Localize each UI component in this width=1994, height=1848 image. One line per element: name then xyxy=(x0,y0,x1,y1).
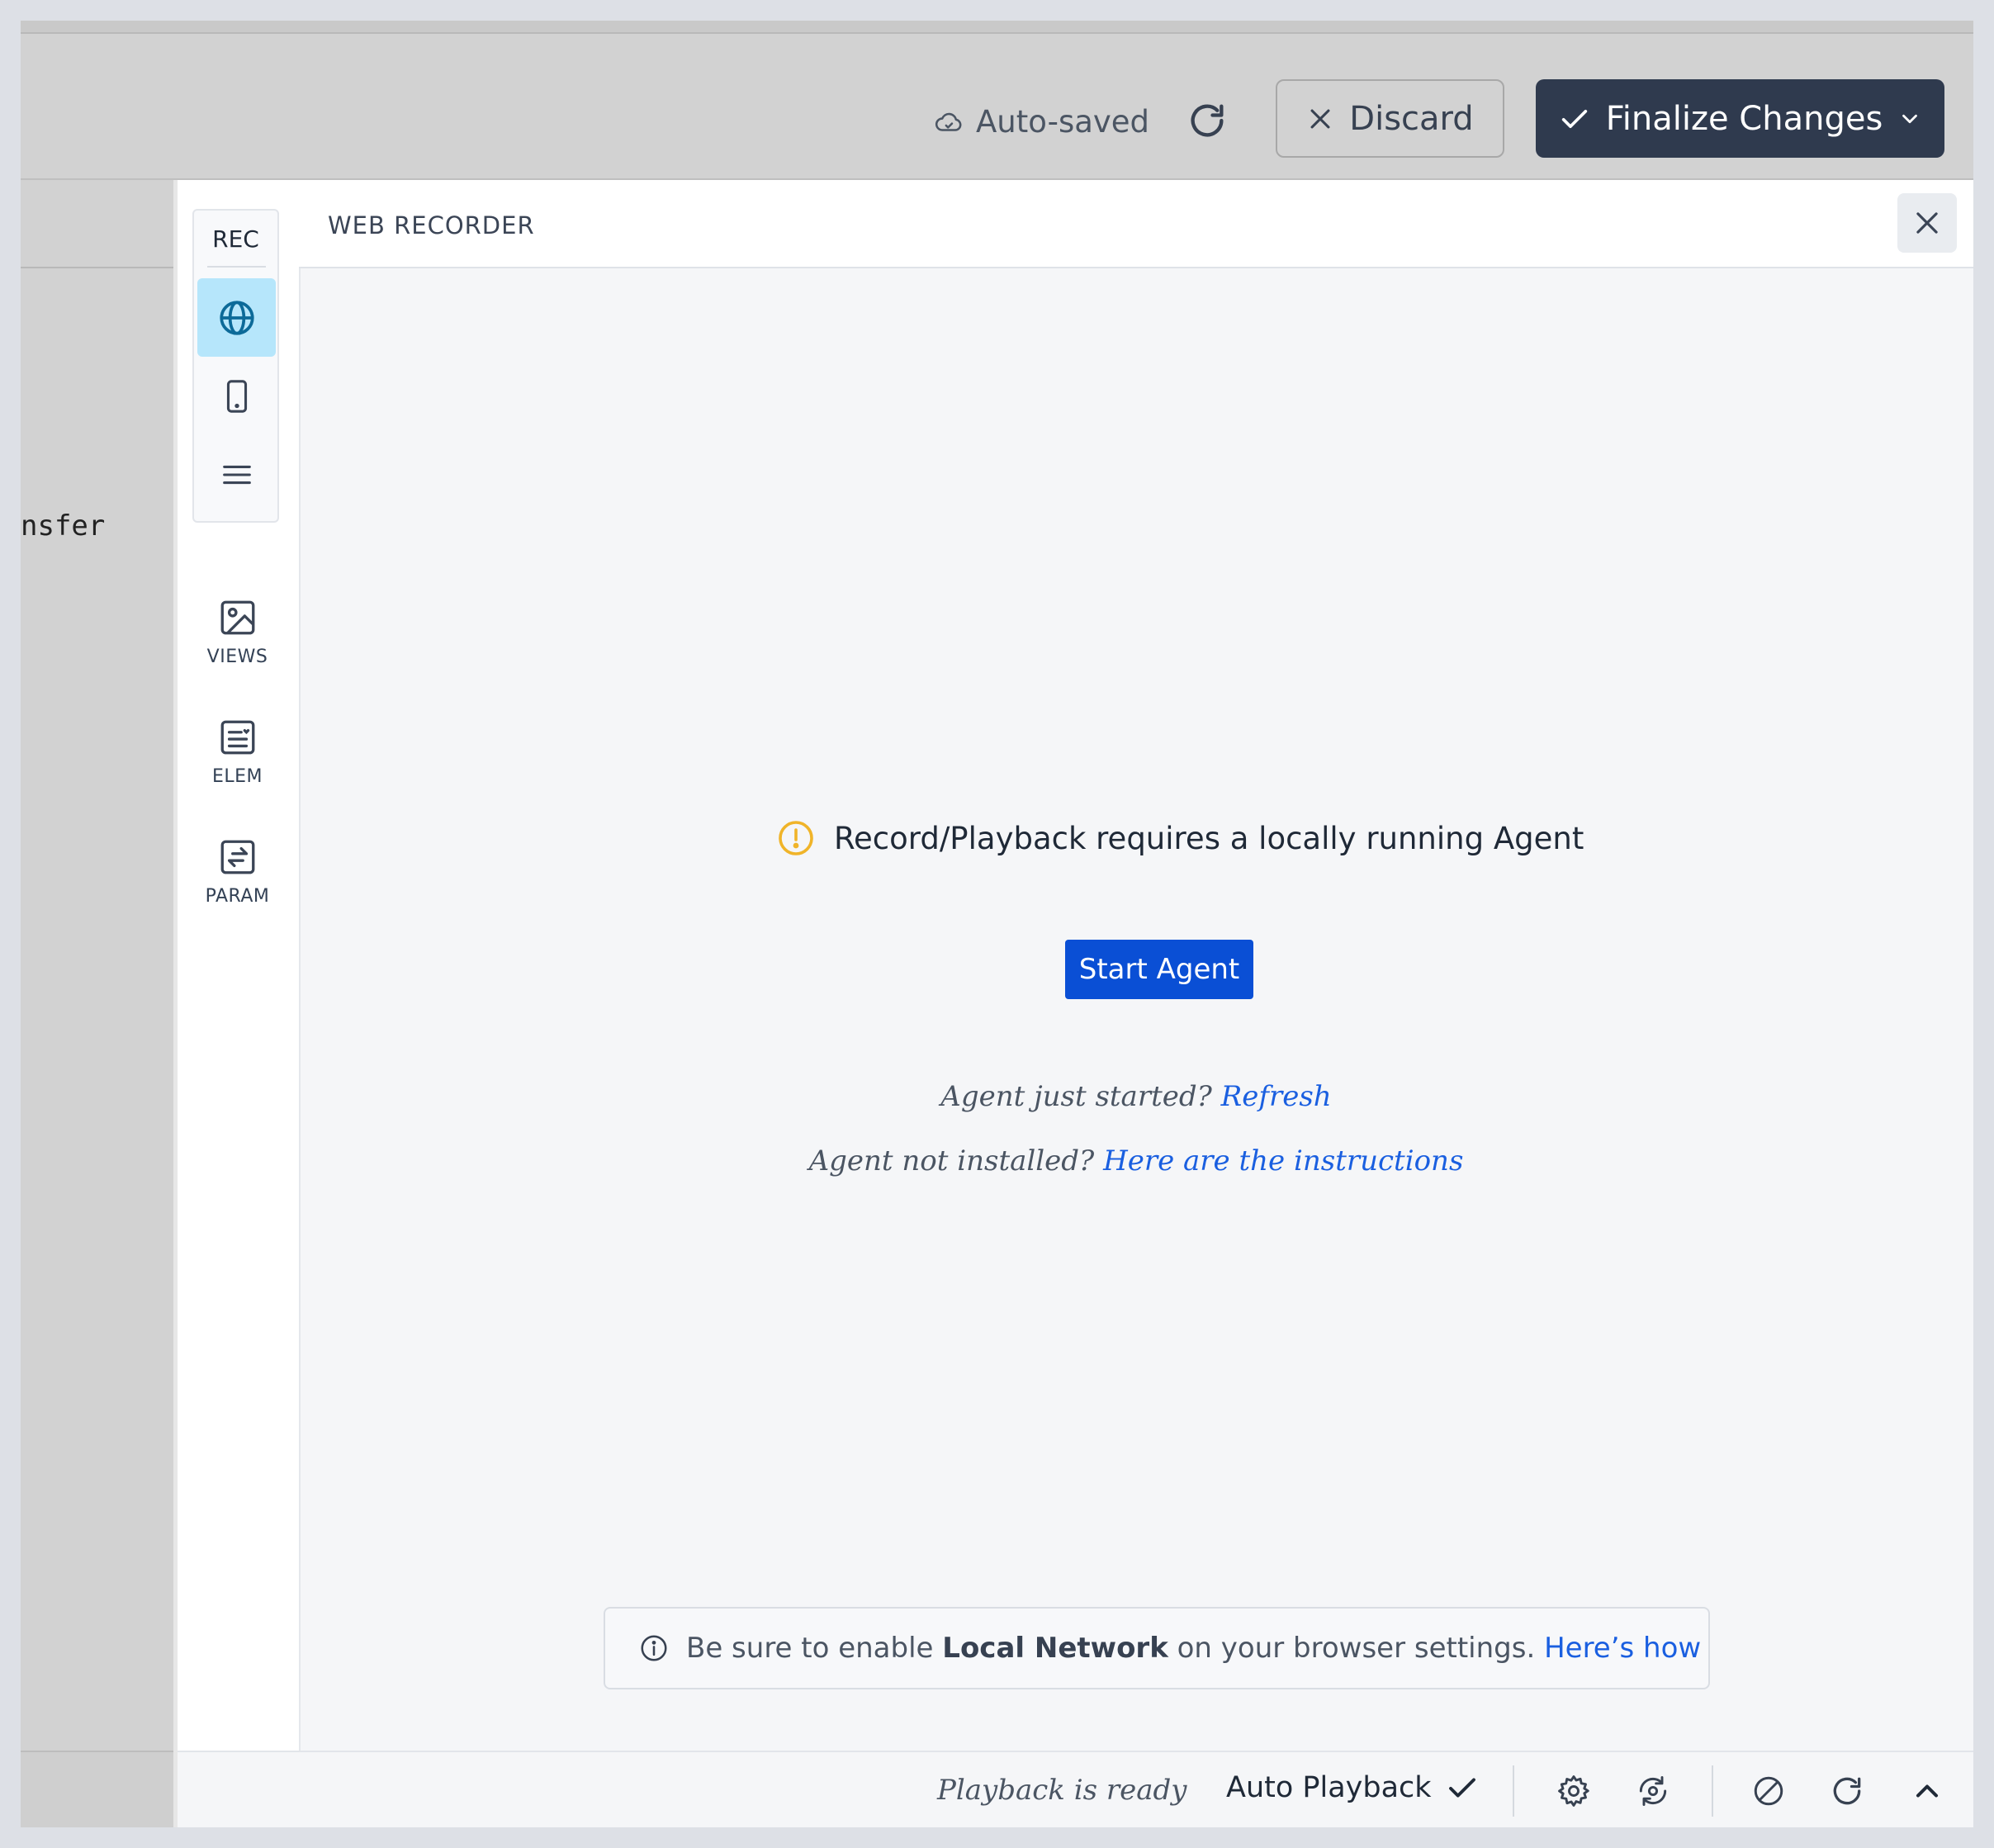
block-icon xyxy=(1754,1776,1783,1806)
image-icon xyxy=(220,600,254,635)
refresh-hint: Agent just started? Refresh xyxy=(299,1080,1973,1113)
footer-divider xyxy=(1712,1765,1713,1817)
local-network-notice: Be sure to enable Local Network on your … xyxy=(604,1607,1710,1689)
reload-button[interactable] xyxy=(1823,1767,1871,1815)
mobile-icon xyxy=(226,379,247,413)
refresh-hint-text: Agent just started? xyxy=(940,1080,1212,1113)
footer-divider xyxy=(1513,1765,1514,1817)
background-footer xyxy=(21,1751,173,1827)
panel-header: WEB RECORDER xyxy=(299,180,1973,268)
gear-icon xyxy=(1558,1775,1589,1807)
top-toolbar: Auto-saved Discard Finalize Changes xyxy=(21,34,1973,180)
panel-footer: Playback is ready Auto Playback xyxy=(178,1751,1973,1827)
app-window: Auto-saved Discard Finalize Changes nsfe xyxy=(21,21,1973,1827)
warning-icon xyxy=(779,821,813,855)
rec-divider xyxy=(207,266,266,268)
refresh-button[interactable] xyxy=(1183,97,1231,145)
web-recorder-panel: REC VIEWS ELEM PARAM WEB RECORDER Record… xyxy=(173,180,1973,1827)
mobile-mode-button[interactable] xyxy=(197,357,276,435)
menu-mode-button[interactable] xyxy=(197,435,276,514)
settings-button[interactable] xyxy=(1550,1767,1598,1815)
globe-icon xyxy=(219,300,254,335)
start-agent-button[interactable]: Start Agent xyxy=(1065,940,1253,999)
close-icon xyxy=(1310,109,1330,128)
nav-views[interactable]: VIEWS xyxy=(178,597,297,667)
playback-status: Playback is ready xyxy=(937,1774,1187,1807)
element-icon xyxy=(220,720,254,755)
panel-title: WEB RECORDER xyxy=(328,211,535,239)
replay-settings-button[interactable] xyxy=(1629,1767,1677,1815)
refresh-icon xyxy=(1191,104,1224,137)
warning-message: Record/Playback requires a locally runni… xyxy=(834,820,1584,856)
check-icon xyxy=(1448,1778,1475,1798)
background-code-text: nsfer xyxy=(21,509,106,543)
swap-icon xyxy=(220,840,254,874)
web-mode-button[interactable] xyxy=(197,278,276,357)
install-hint: Agent not installed? Here are the instru… xyxy=(299,1144,1973,1178)
close-icon xyxy=(1916,212,1938,234)
param-label: PARAM xyxy=(205,886,270,907)
auto-playback-toggle[interactable]: Auto Playback xyxy=(1226,1770,1480,1805)
heres-how-link[interactable]: Here’s how xyxy=(1544,1632,1701,1665)
menu-icon xyxy=(222,465,251,484)
discard-label: Discard xyxy=(1349,99,1474,138)
info-icon xyxy=(641,1635,667,1661)
elem-label: ELEM xyxy=(211,766,263,787)
close-panel-button[interactable] xyxy=(1897,193,1957,253)
autosaved-status: Auto-saved xyxy=(933,104,1149,140)
rec-label: REC xyxy=(212,225,259,253)
collapse-button[interactable] xyxy=(1903,1767,1951,1815)
views-label: VIEWS xyxy=(206,647,268,667)
disable-button[interactable] xyxy=(1745,1767,1793,1815)
cycle-eye-icon xyxy=(1639,1776,1667,1806)
chevron-up-icon xyxy=(1916,1784,1939,1798)
cloud-sync-icon xyxy=(935,112,962,131)
finalize-changes-button[interactable]: Finalize Changes xyxy=(1536,79,1944,158)
autosaved-label: Auto-saved xyxy=(976,104,1150,140)
install-hint-text: Agent not installed? xyxy=(808,1144,1095,1178)
notice-bold: Local Network xyxy=(942,1632,1168,1665)
finalize-label: Finalize Changes xyxy=(1605,99,1883,138)
notice-suffix: on your browser settings. xyxy=(1177,1632,1536,1665)
recorder-sidebar: REC VIEWS ELEM PARAM xyxy=(178,180,301,1751)
background-divider xyxy=(21,267,173,268)
notice-prefix: Be sure to enable xyxy=(686,1632,934,1665)
top-band xyxy=(21,21,1973,34)
nav-param[interactable]: PARAM xyxy=(178,836,297,907)
instructions-link[interactable]: Here are the instructions xyxy=(1103,1144,1463,1178)
nav-elem[interactable]: ELEM xyxy=(178,717,297,787)
auto-playback-label: Auto Playback xyxy=(1226,1771,1432,1804)
rec-mode-group: REC xyxy=(192,209,279,523)
refresh-link[interactable]: Refresh xyxy=(1221,1080,1332,1113)
agent-warning: Record/Playback requires a locally runni… xyxy=(776,818,1584,858)
check-icon xyxy=(1561,109,1587,128)
refresh-icon xyxy=(1833,1777,1861,1805)
chevron-down-icon[interactable] xyxy=(1897,107,1922,131)
notice-text: Be sure to enable Local Network on your … xyxy=(686,1632,1701,1665)
discard-button[interactable]: Discard xyxy=(1276,79,1504,158)
